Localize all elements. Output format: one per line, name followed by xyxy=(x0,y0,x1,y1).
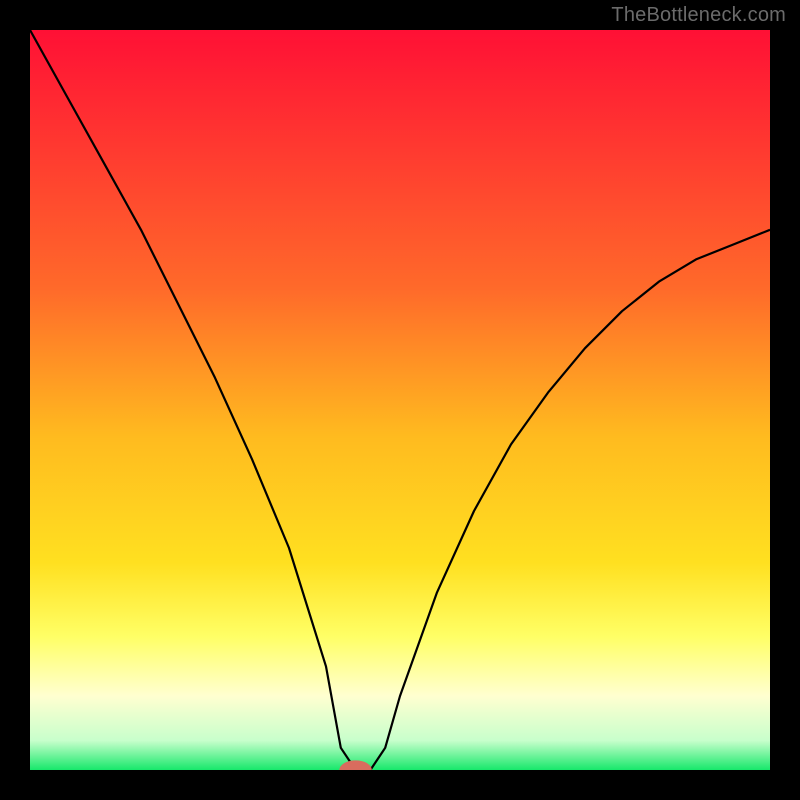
chart-frame: TheBottleneck.com xyxy=(0,0,800,800)
gradient-background xyxy=(30,30,770,770)
chart-svg xyxy=(30,30,770,770)
watermark-text: TheBottleneck.com xyxy=(611,4,786,27)
plot-area xyxy=(30,30,770,770)
